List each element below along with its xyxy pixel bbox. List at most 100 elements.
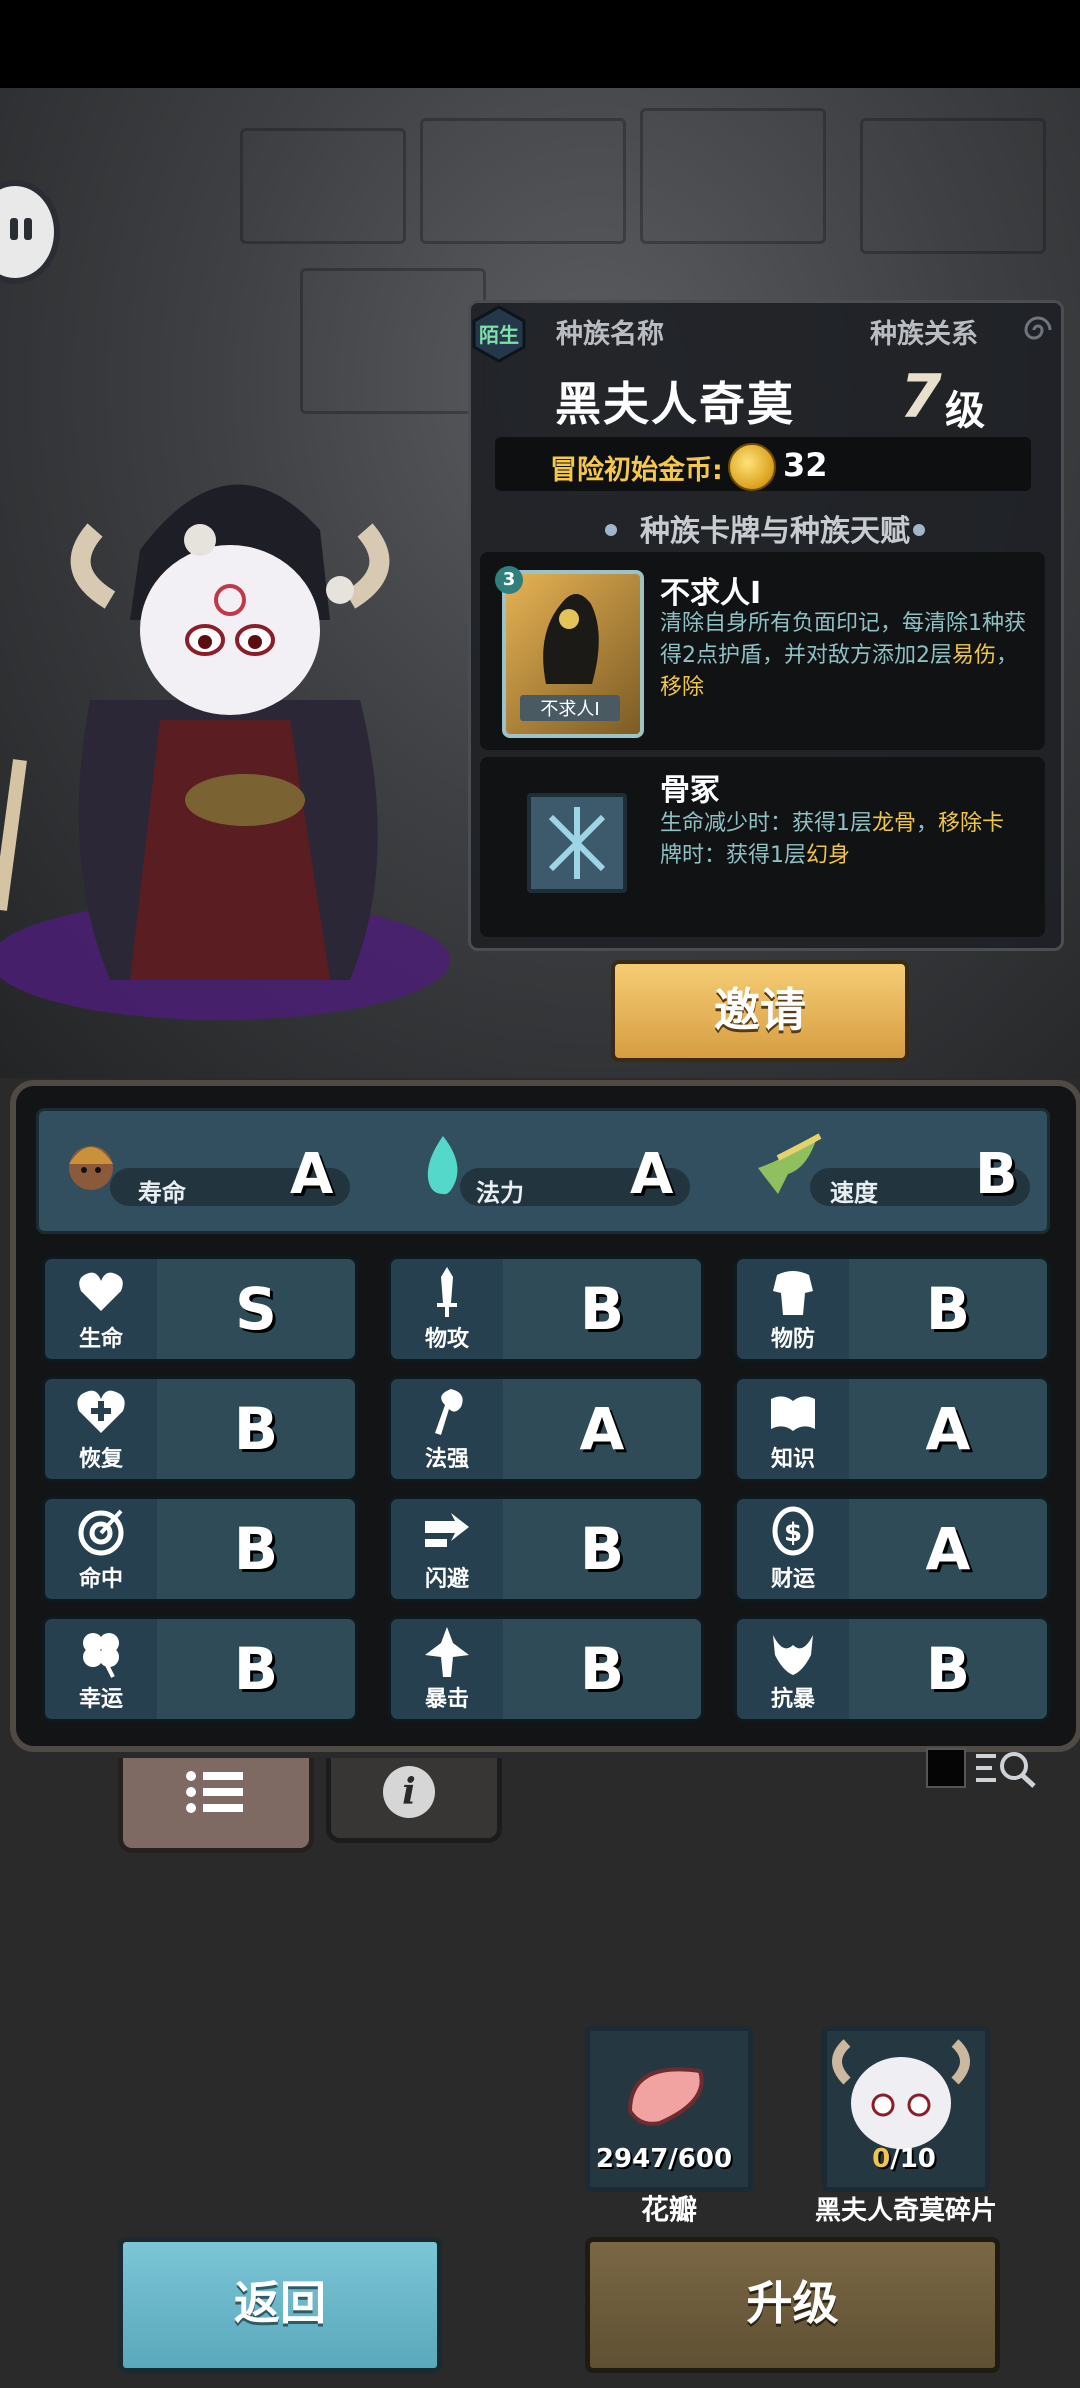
section-dot-right xyxy=(913,524,925,536)
crit-blade-icon xyxy=(425,1627,469,1677)
talent-description: 生命减少时：获得1层龙骨，移除卡 牌时：获得1层幻身 xyxy=(660,811,1005,868)
stat-staff[interactable]: 法强 A xyxy=(388,1376,704,1482)
card-cost-badge: 3 xyxy=(495,566,523,594)
book-icon xyxy=(771,1396,815,1431)
stat-icon-area: $ 财运 xyxy=(737,1499,849,1599)
race-name: 黑夫人奇莫 xyxy=(555,377,795,431)
item-count: 0/10 xyxy=(872,2144,936,2174)
card-art-label: 不求人I xyxy=(520,695,620,721)
card-description: 清除自身所有负面印记，每清除1种获得2点护盾，并对敌方添加2层易伤，移除 xyxy=(660,611,1026,700)
shield-claw-icon xyxy=(773,1635,813,1675)
talent-icon xyxy=(527,793,627,893)
stat-label: 幸运 xyxy=(78,1687,123,1712)
stat-label: 命中 xyxy=(78,1567,123,1592)
stat-heart-plus[interactable]: 恢复 B xyxy=(42,1376,358,1482)
petal-icon xyxy=(627,2067,704,2126)
stat-crit-blade[interactable]: 暴击 B xyxy=(388,1616,704,1722)
stat-sword[interactable]: 物攻 B xyxy=(388,1256,704,1362)
clover-icon xyxy=(83,1633,119,1678)
stat-target[interactable]: 命中 B xyxy=(42,1496,358,1602)
gold-coin-icon xyxy=(728,443,776,491)
stat-grade: B xyxy=(925,1275,971,1343)
status-bar xyxy=(0,0,1080,88)
item-name: 花瓣 xyxy=(640,2193,697,2226)
tab-list[interactable] xyxy=(118,1758,314,1853)
svg-text:i: i xyxy=(402,1771,416,1813)
stat-dodge-arrow[interactable]: 闪避 B xyxy=(388,1496,704,1602)
stat-icon-area: 暴击 xyxy=(391,1619,503,1719)
top-stat-grade: B xyxy=(975,1142,1018,1207)
stat-grade: B xyxy=(925,1635,971,1703)
top-stat-grade: A xyxy=(630,1142,674,1207)
gold-value: 32 xyxy=(783,446,828,484)
target-icon xyxy=(78,1509,124,1556)
toggle-checkbox[interactable] xyxy=(926,1748,966,1788)
invite-button[interactable]: 邀请 xyxy=(611,960,909,1062)
stat-icon-area: 恢复 xyxy=(45,1379,157,1479)
list-icon xyxy=(186,1771,243,1813)
stat-grade: B xyxy=(579,1515,625,1583)
stat-grade: S xyxy=(235,1275,277,1343)
stat-label: 暴击 xyxy=(424,1687,469,1712)
wing-boot-icon xyxy=(758,1133,822,1194)
stat-heart[interactable]: 生命 S xyxy=(42,1256,358,1362)
spiral-icon[interactable] xyxy=(1020,312,1056,348)
bone-cross-icon xyxy=(548,807,606,879)
level-unit: 级 xyxy=(945,388,985,434)
stat-label: 知识 xyxy=(770,1447,815,1472)
stat-label: 财运 xyxy=(770,1567,815,1592)
stat-grade: A xyxy=(925,1515,971,1583)
character-shard-icon xyxy=(832,2039,970,2149)
back-button[interactable]: 返回 xyxy=(118,2237,442,2373)
stat-clover[interactable]: 幸运 B xyxy=(42,1616,358,1722)
stat-grade: B xyxy=(233,1515,279,1583)
stat-grade: A xyxy=(579,1395,625,1463)
tab-info[interactable]: i xyxy=(326,1758,502,1843)
race-relation-label[interactable]: 种族关系 xyxy=(870,312,978,351)
upgrade-button[interactable]: 升级 xyxy=(585,2237,1000,2373)
lifespan-icon xyxy=(69,1146,113,1190)
stat-armor[interactable]: 物防 B xyxy=(734,1256,1050,1362)
dodge-arrow-icon xyxy=(425,1513,469,1547)
relation-badge: 陌生 xyxy=(472,305,526,363)
stat-icon-area: 生命 xyxy=(45,1259,157,1359)
stat-grade: B xyxy=(233,1395,279,1463)
stat-icon-area: 抗暴 xyxy=(737,1619,849,1719)
stat-icon-area: 命中 xyxy=(45,1499,157,1599)
stat-grade: B xyxy=(579,1635,625,1703)
stat-book[interactable]: 知识 A xyxy=(734,1376,1050,1482)
hand-silhouette-icon xyxy=(543,594,599,684)
stat-grade: B xyxy=(579,1275,625,1343)
level-number: 7 xyxy=(900,362,942,432)
stat-label: 物防 xyxy=(770,1327,815,1352)
stat-icon-area: 闪避 xyxy=(391,1499,503,1599)
svg-text:$: $ xyxy=(784,1518,802,1548)
gold-label: 冒险初始金币: xyxy=(550,455,723,486)
svg-text:陌生: 陌生 xyxy=(479,323,519,347)
stat-coin[interactable]: $ 财运 A xyxy=(734,1496,1050,1602)
info-icon: i xyxy=(383,1766,435,1818)
character-portrait xyxy=(0,484,450,1020)
top-stat-grade: A xyxy=(290,1142,334,1207)
stat-shield-claw[interactable]: 抗暴 B xyxy=(734,1616,1050,1722)
staff-icon xyxy=(435,1389,463,1435)
search-filter-icon[interactable] xyxy=(972,1748,1042,1788)
top-stat-label: 法力 xyxy=(476,1179,524,1207)
stat-icon-area: 物攻 xyxy=(391,1259,503,1359)
race-name-label: 种族名称 xyxy=(556,319,664,350)
stat-icon-area: 物防 xyxy=(737,1259,849,1359)
stat-icon-area: 法强 xyxy=(391,1379,503,1479)
stat-grade: B xyxy=(233,1635,279,1703)
item-name: 黑夫人奇莫碎片 xyxy=(814,2196,997,2226)
top-stat-label: 寿命 xyxy=(138,1179,186,1207)
mana-flame-icon xyxy=(427,1136,458,1195)
section-dot-left xyxy=(605,524,617,536)
stat-label: 法强 xyxy=(424,1447,469,1472)
stat-grade: A xyxy=(925,1395,971,1463)
stat-label: 生命 xyxy=(78,1327,123,1352)
coin-icon: $ xyxy=(772,1506,814,1556)
heart-plus-icon xyxy=(77,1390,125,1433)
sword-icon xyxy=(437,1267,457,1317)
stat-label: 抗暴 xyxy=(770,1687,815,1712)
heart-icon xyxy=(79,1272,123,1311)
